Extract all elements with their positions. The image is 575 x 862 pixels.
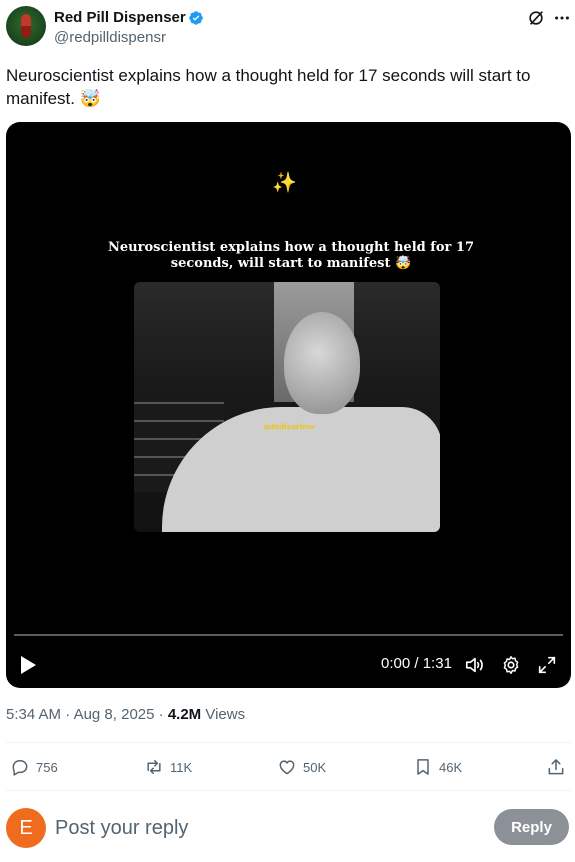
duration: 1:31 bbox=[422, 655, 452, 672]
repost-action[interactable]: 11K bbox=[144, 756, 192, 778]
video-frame-image: mindfearless bbox=[134, 282, 440, 532]
tweet-text: Neuroscientist explains how a thought he… bbox=[6, 66, 531, 108]
reply-input[interactable] bbox=[55, 814, 475, 842]
video-progress-bar[interactable] bbox=[14, 634, 563, 636]
grok-icon[interactable] bbox=[526, 8, 546, 28]
more-icon[interactable] bbox=[552, 8, 572, 28]
reply-user-avatar[interactable]: E bbox=[6, 808, 46, 848]
fullscreen-icon[interactable] bbox=[536, 654, 558, 676]
views-label: Views bbox=[205, 706, 246, 723]
like-count: 50K bbox=[303, 759, 327, 775]
reply-action[interactable]: 756 bbox=[10, 756, 58, 778]
bookmark-action[interactable]: 46K bbox=[413, 756, 462, 778]
tweet-meta: 5:34 AM · Aug 8, 2025 · 4.2M Views bbox=[6, 706, 246, 723]
divider bbox=[6, 790, 571, 791]
author-display-name[interactable]: Red Pill Dispenser bbox=[54, 9, 186, 27]
share-action[interactable] bbox=[546, 756, 572, 778]
verified-badge-icon[interactable] bbox=[188, 10, 204, 26]
bookmark-icon bbox=[417, 759, 429, 775]
settings-icon[interactable] bbox=[500, 654, 522, 676]
video-caption-overlay: Neuroscientist explains how a thought he… bbox=[108, 240, 474, 271]
author-avatar[interactable] bbox=[6, 6, 46, 46]
repost-count: 11K bbox=[170, 759, 193, 775]
divider bbox=[6, 742, 571, 743]
like-action[interactable]: 50K bbox=[277, 756, 326, 778]
post-time[interactable]: 5:34 AM bbox=[6, 706, 61, 723]
reply-count: 756 bbox=[36, 759, 58, 775]
video-watermark: mindfearless bbox=[264, 422, 315, 431]
sparkle-emoji: ✨ bbox=[272, 172, 297, 194]
repost-icon bbox=[147, 760, 161, 774]
bookmark-count: 46K bbox=[439, 759, 463, 775]
pill-graphic bbox=[21, 14, 31, 38]
post-date[interactable]: Aug 8, 2025 bbox=[74, 706, 155, 723]
current-time: 0:00 bbox=[381, 655, 411, 672]
video-player[interactable]: ✨ Neuroscientist explains how a thought … bbox=[6, 122, 571, 688]
video-time: 0:00 / 1:31 bbox=[381, 655, 452, 672]
volume-icon[interactable] bbox=[464, 654, 486, 676]
play-icon[interactable] bbox=[18, 654, 38, 676]
reply-icon bbox=[12, 760, 28, 776]
author-handle[interactable]: @redpilldispensr bbox=[54, 29, 166, 47]
views-count: 4.2M bbox=[167, 706, 202, 723]
reply-button[interactable]: Reply bbox=[494, 809, 569, 845]
share-icon bbox=[548, 759, 564, 775]
like-icon bbox=[279, 760, 295, 775]
